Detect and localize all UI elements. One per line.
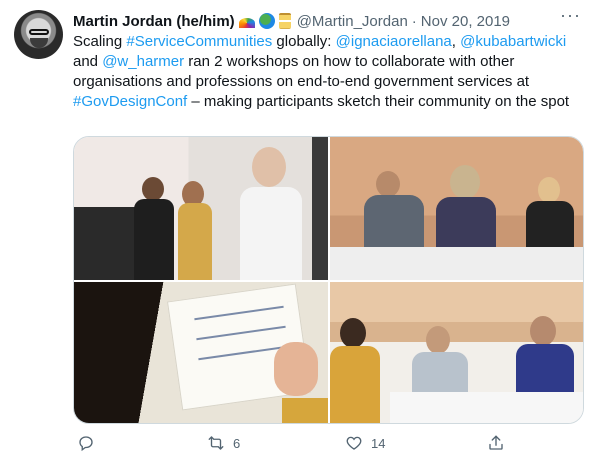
- media-grid: [73, 136, 584, 424]
- reply-button[interactable]: [77, 434, 103, 452]
- like-count: 14: [371, 435, 386, 451]
- retweet-count: 6: [233, 435, 241, 451]
- rainbow-emoji-icon: [238, 18, 255, 28]
- hashtag-link[interactable]: #ServiceCommunities: [126, 33, 272, 50]
- text-segment: – making participants sketch their commu…: [187, 93, 570, 110]
- separator-dot: ·: [411, 12, 417, 30]
- share-button[interactable]: [487, 434, 513, 452]
- hourglass-emoji-icon: [278, 13, 291, 29]
- tweet-actions: 6 14: [73, 428, 573, 458]
- text-segment: ,: [451, 33, 461, 50]
- participants-writing-photo[interactable]: [330, 282, 583, 423]
- avatar[interactable]: [14, 10, 63, 59]
- avatar-glasses: [29, 29, 49, 35]
- heart-icon: [346, 436, 362, 450]
- share-icon: [489, 435, 503, 450]
- avatar-beard: [30, 38, 48, 48]
- tweet-date[interactable]: Nov 20, 2019: [421, 13, 510, 30]
- author-name[interactable]: Martin Jordan (he/him): [73, 13, 235, 30]
- text-segment: Scaling: [73, 33, 127, 50]
- tweet-text: Scaling #ServiceCommunities globally: @i…: [73, 32, 573, 112]
- text-segment: and: [73, 53, 103, 70]
- like-button[interactable]: 14: [345, 434, 385, 452]
- more-icon[interactable]: ···: [560, 6, 580, 28]
- reply-icon: [79, 436, 93, 452]
- mention-link[interactable]: @w_harmer: [102, 53, 184, 70]
- participants-at-tables-photo[interactable]: [330, 137, 583, 280]
- hashtag-link[interactable]: #GovDesignConf: [73, 93, 187, 110]
- worksheet-sketching-photo[interactable]: [74, 282, 328, 423]
- text-segment: globally:: [272, 33, 336, 50]
- retweet-button[interactable]: 6: [207, 434, 240, 452]
- tweet-header: Martin Jordan (he/him) @Martin_Jordan · …: [73, 11, 510, 31]
- mention-link[interactable]: @ignaciaorellana: [336, 33, 452, 50]
- retweet-icon: [208, 436, 224, 450]
- author-handle[interactable]: @Martin_Jordan: [297, 13, 408, 30]
- tweet: Martin Jordan (he/him) @Martin_Jordan · …: [0, 0, 598, 462]
- globe-emoji-icon: [258, 13, 275, 29]
- mention-link[interactable]: @kubabartwicki: [460, 33, 566, 50]
- workshop-presenters-photo[interactable]: [74, 137, 328, 280]
